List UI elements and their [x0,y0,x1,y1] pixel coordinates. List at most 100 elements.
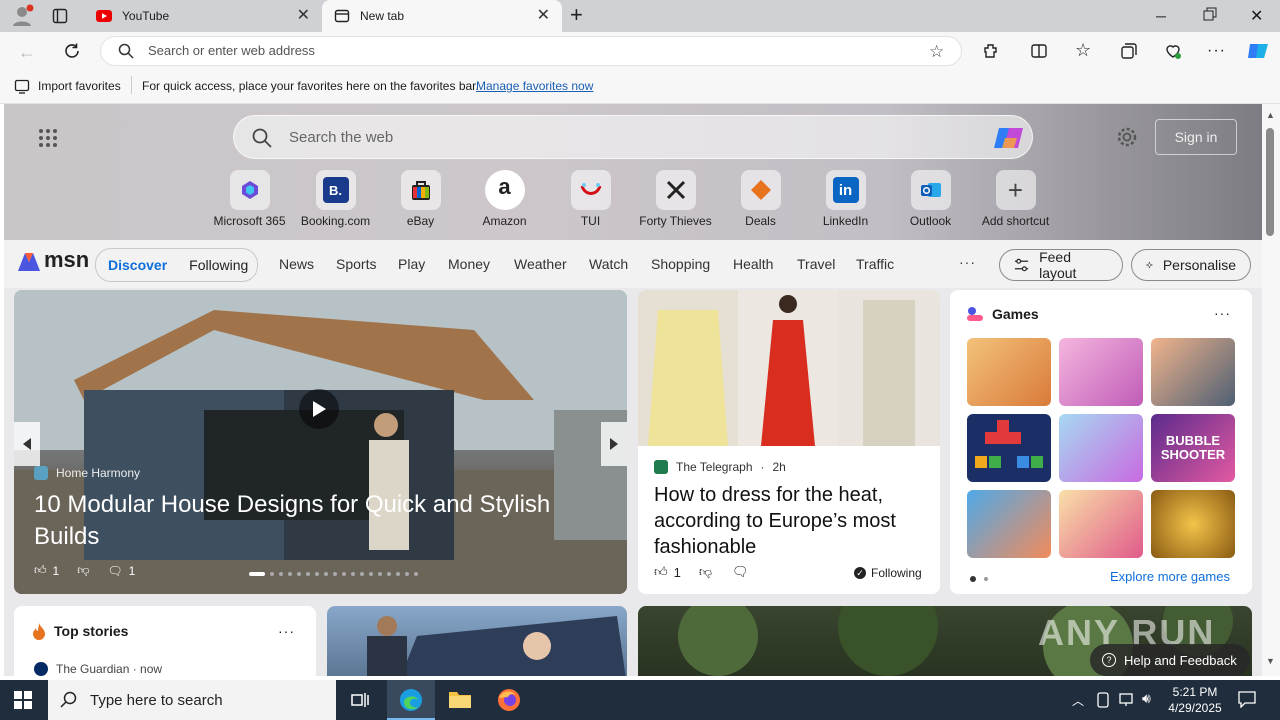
top-stories-card: Top stories ··· The Guardian · now [14,606,316,676]
sign-in-button[interactable]: Sign in [1155,119,1237,155]
profile-avatar[interactable] [10,4,36,28]
forest-story-card[interactable]: ANY RUN ? Help and Feedback [638,606,1252,676]
browser-essentials-icon[interactable] [1164,42,1182,60]
fashion-story-title[interactable]: How to dress for the heat, according to … [654,482,929,560]
top-stories-more-icon[interactable]: ··· [278,623,295,639]
games-more-icon[interactable]: ··· [1214,305,1231,321]
taskbar-search-box[interactable]: Type here to search [48,680,336,720]
nav-money[interactable]: Money [448,256,490,272]
close-tab-icon[interactable]: ✕ [297,8,310,24]
import-favorites-button[interactable]: Import favorites [38,79,121,93]
copilot-icon[interactable] [993,124,1025,152]
split-screen-icon[interactable] [1030,42,1048,60]
game-tile-1[interactable] [967,338,1051,406]
like-icon[interactable]: 👍︎ [654,564,668,580]
task-view-icon[interactable] [350,690,370,710]
nav-news[interactable]: News [279,256,314,272]
restore-button[interactable] [1203,7,1217,21]
shortcut-ebay[interactable]: eBay [378,170,463,228]
nav-shopping[interactable]: Shopping [651,256,710,272]
windows-start-icon[interactable] [14,691,32,709]
settings-gear-icon[interactable] [1116,126,1138,148]
volume-icon[interactable]: 🔊︎ [1142,690,1151,707]
nav-sports[interactable]: Sports [336,256,376,272]
following-badge[interactable]: ✓ Following [854,566,922,580]
tab-discover[interactable]: Discover [108,257,167,273]
game-tile-bubble-shooter[interactable]: BUBBLE SHOOTER [1151,414,1235,482]
explore-more-games-link[interactable]: Explore more games [1110,569,1230,584]
search-icon [252,128,272,148]
new-tab-button[interactable]: + [570,4,583,26]
shortcut-deals[interactable]: Deals [718,170,803,228]
game-tile-cupcake[interactable] [1059,490,1143,558]
copilot-icon[interactable] [1246,40,1270,62]
shortcut-microsoft-365[interactable]: Microsoft 365 [207,170,292,228]
tray-chevron-icon[interactable]: ︿ [1072,692,1084,709]
dislike-icon[interactable]: 👎︎ [77,563,89,578]
shortcut-forty-thieves[interactable]: Forty Thieves [633,170,718,228]
game-tile-makeup[interactable] [1059,414,1143,482]
notifications-icon[interactable] [1238,690,1256,708]
collections-icon[interactable] [1120,42,1138,60]
main-story-card[interactable]: Home Harmony 10 Modular House Designs fo… [14,290,627,594]
taskbar-clock[interactable]: 5:21 PM 4/29/2025 [1166,684,1224,716]
game-tile-blocks[interactable] [967,414,1051,482]
tab-youtube[interactable]: YouTube ✕ [84,0,322,32]
close-tab-icon[interactable]: ✕ [537,8,550,24]
shortcut-label: Outlook [909,214,952,228]
like-icon[interactable]: 👍︎ [34,563,47,578]
shortcut-booking[interactable]: B. Booking.com [293,170,378,228]
close-window-button[interactable]: ✕ [1250,6,1263,26]
carousel-next-button[interactable] [601,422,627,466]
refresh-button[interactable] [63,42,81,60]
extensions-icon[interactable] [982,42,1000,60]
tab-new-tab[interactable]: New tab ✕ [322,0,562,32]
carousel-prev-button[interactable] [14,422,40,466]
nav-health[interactable]: Health [733,256,773,272]
scroll-thumb[interactable] [1266,128,1274,236]
scroll-up-arrow[interactable]: ▲ [1266,110,1275,120]
apps-launcher-icon[interactable] [38,128,58,148]
comment-icon[interactable]: 🗨︎ [732,564,749,580]
game-tile-lion[interactable] [1151,490,1235,558]
shortcut-tui[interactable]: TUI [548,170,633,228]
personalise-button[interactable]: Personalise [1131,249,1251,281]
file-explorer-icon[interactable] [448,689,472,709]
play-icon[interactable] [299,389,339,429]
game-tile-2[interactable] [1059,338,1143,406]
game-tile-7[interactable] [967,490,1051,558]
nav-watch[interactable]: Watch [589,256,628,272]
shortcut-add[interactable]: + Add shortcut [973,170,1058,228]
dislike-icon[interactable]: 👎︎ [699,564,712,580]
favorite-star-icon[interactable]: ☆ [929,42,944,62]
page-scrollbar[interactable]: ▲ ▼ [1262,104,1280,676]
more-menu-icon[interactable]: ··· [1207,42,1226,60]
main-story-title[interactable]: 10 Modular House Designs for Quick and S… [34,489,594,553]
comment-icon[interactable]: 🗨︎ [107,564,122,578]
favorites-icon[interactable]: ☆ [1075,40,1091,61]
tray-device-icon[interactable] [1096,692,1110,708]
taskbar-edge-button[interactable] [387,680,435,720]
solar-panel-story-card[interactable] [327,606,627,676]
nav-weather[interactable]: Weather [514,256,567,272]
nav-play[interactable]: Play [398,256,425,272]
back-button[interactable]: ← [18,42,36,63]
feed-layout-button[interactable]: Feed layout [999,249,1123,281]
tab-following[interactable]: Following [189,257,248,273]
help-feedback-button[interactable]: ? Help and Feedback [1090,644,1250,676]
shortcut-amazon[interactable]: a Amazon [462,170,547,228]
tab-actions-icon[interactable] [52,8,68,24]
shortcut-linkedin[interactable]: in LinkedIn [803,170,888,228]
nav-traffic[interactable]: Traffic [856,256,894,272]
network-icon[interactable] [1118,692,1136,708]
nav-travel[interactable]: Travel [797,256,835,272]
nav-more-icon[interactable]: ··· [959,254,976,270]
scroll-down-arrow[interactable]: ▼ [1266,656,1275,666]
firefox-icon[interactable] [497,688,521,712]
fashion-story-card[interactable]: The Telegraph · 2h How to dress for the … [638,290,940,594]
shortcut-outlook[interactable]: Outlook [888,170,973,228]
minimize-button[interactable]: ─ [1156,8,1166,24]
msn-logo[interactable]: msn [16,247,89,275]
manage-favorites-link[interactable]: Manage favorites now [476,79,593,93]
game-tile-3[interactable] [1151,338,1235,406]
